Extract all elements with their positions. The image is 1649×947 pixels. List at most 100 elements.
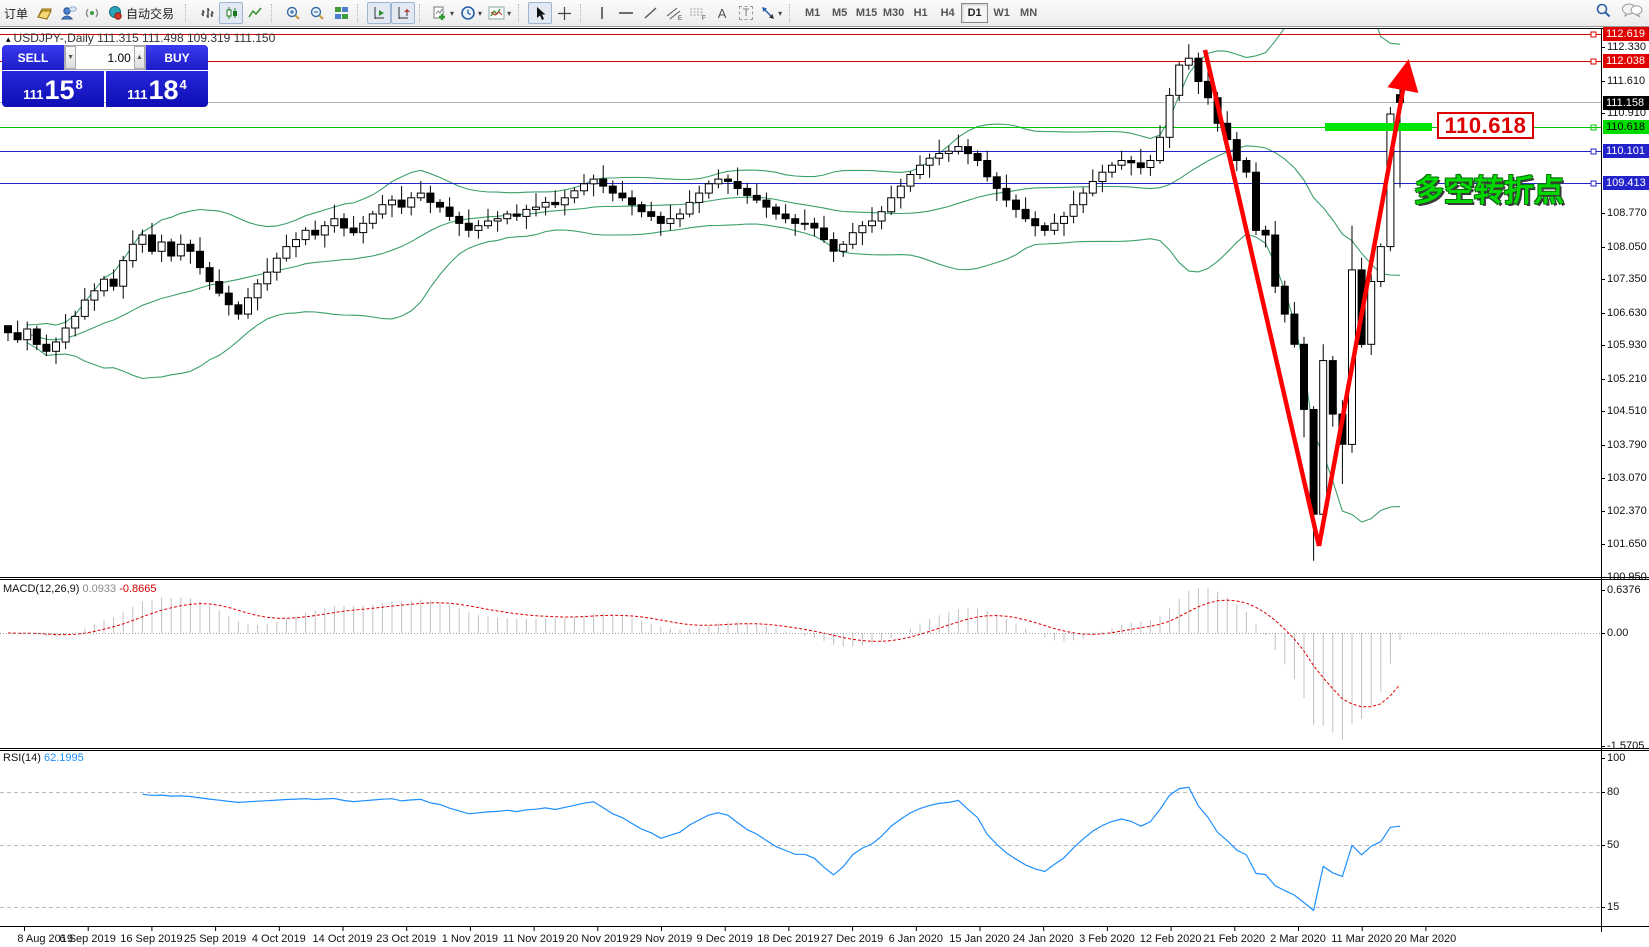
channel-icon: E bbox=[666, 7, 682, 21]
timeframe-m15[interactable]: M15 bbox=[853, 3, 880, 23]
vertical-line-icon bbox=[601, 7, 603, 19]
book-icon bbox=[36, 8, 52, 20]
price-tick-label: 112.330 bbox=[1607, 41, 1646, 53]
user-cloud-icon bbox=[60, 6, 77, 20]
date-label: 20 Nov 2019 bbox=[566, 933, 629, 945]
chat-icon[interactable] bbox=[1621, 2, 1643, 18]
signal-icon bbox=[85, 8, 98, 18]
sell-button[interactable]: SELL bbox=[2, 45, 64, 70]
date-label: 25 Sep 2019 bbox=[183, 933, 247, 945]
price-tick-label: 108.770 bbox=[1607, 207, 1647, 219]
horizontal-line-button[interactable] bbox=[614, 2, 638, 24]
zoom-out-icon bbox=[310, 6, 324, 20]
trendline-icon bbox=[644, 7, 657, 19]
volume-input[interactable] bbox=[76, 46, 134, 69]
timeframe-h1[interactable]: H1 bbox=[907, 3, 934, 23]
zoom-in-icon bbox=[286, 6, 300, 20]
zoom-out-button[interactable] bbox=[305, 2, 329, 24]
chart-shift-icon bbox=[398, 7, 410, 19]
timeframe-group: M1 M5 M15 M30 H1 H4 D1 W1 MN bbox=[799, 0, 1042, 26]
date-label: 14 Oct 2019 bbox=[312, 933, 373, 945]
date-label: 29 Nov 2019 bbox=[629, 933, 693, 945]
buy-button[interactable]: BUY bbox=[146, 45, 208, 70]
collapse-triangle-icon[interactable]: ▴ bbox=[6, 34, 11, 44]
text-a-icon: A bbox=[717, 5, 727, 21]
buy-price-display[interactable]: 111 18 4 bbox=[106, 71, 208, 107]
timeframe-m5[interactable]: M5 bbox=[826, 3, 853, 23]
signal-button[interactable] bbox=[80, 2, 104, 24]
new-chart-icon bbox=[433, 6, 446, 20]
turning-point-label[interactable]: 多空转折点 bbox=[1414, 166, 1564, 210]
tile-windows-button[interactable] bbox=[329, 2, 353, 24]
sell-price-prefix: 111 bbox=[23, 87, 44, 102]
cursor-button[interactable] bbox=[528, 2, 553, 24]
auto-scroll-button[interactable] bbox=[367, 2, 392, 24]
toolbar-separator bbox=[271, 4, 278, 22]
chart-shift-button[interactable] bbox=[391, 2, 416, 24]
horizontal-line-icon bbox=[619, 12, 634, 14]
buy-price-prefix: 111 bbox=[127, 87, 148, 102]
text-label-icon: T bbox=[738, 6, 754, 20]
autotrade-button[interactable]: 自动交易 bbox=[104, 2, 181, 24]
price-badge: 110.101 bbox=[1603, 144, 1649, 158]
timeframe-h4[interactable]: H4 bbox=[934, 3, 961, 23]
chevron-down-icon: ▾ bbox=[507, 8, 512, 18]
chevron-down-icon: ▾ bbox=[450, 8, 455, 18]
fibonacci-button[interactable]: F bbox=[686, 2, 710, 24]
price-tick-label: 111.610 bbox=[1607, 75, 1646, 87]
volume-increase-button[interactable]: ▲ bbox=[133, 46, 146, 69]
price-annotation-box[interactable]: 110.618 bbox=[1437, 112, 1534, 139]
date-label: 11 Nov 2019 bbox=[502, 933, 565, 945]
new-order-label[interactable]: 订单 bbox=[2, 5, 32, 22]
volume-decrease-button[interactable]: ▼ bbox=[65, 46, 77, 69]
timeframe-m1[interactable]: M1 bbox=[799, 3, 826, 23]
date-label: 16 Sep 2019 bbox=[120, 933, 183, 945]
price-tick-label: 105.210 bbox=[1607, 373, 1647, 385]
price-badge: 109.413 bbox=[1603, 176, 1649, 190]
price-chart-canvas[interactable] bbox=[0, 28, 1649, 947]
history-center-button[interactable] bbox=[32, 2, 56, 24]
toolbar-separator bbox=[580, 4, 587, 22]
timeframe-w1[interactable]: W1 bbox=[988, 3, 1015, 23]
timeframe-m30[interactable]: M30 bbox=[880, 3, 907, 23]
one-click-trading-panel: SELL ▼ ▲ BUY 111 15 8 111 18 4 bbox=[2, 45, 208, 107]
text-label-button[interactable]: T bbox=[734, 2, 758, 24]
period-button[interactable]: ▾ bbox=[457, 2, 485, 24]
bar-chart-button[interactable] bbox=[195, 2, 219, 24]
equidistant-channel-button[interactable]: E bbox=[662, 2, 686, 24]
line-chart-icon bbox=[247, 7, 262, 18]
macd-value-signal: -0.8665 bbox=[119, 583, 157, 595]
volume-control: ▼ ▲ bbox=[64, 45, 146, 70]
rsi-tick-label: 50 bbox=[1607, 839, 1620, 851]
new-chart-button[interactable]: ▾ bbox=[429, 2, 457, 24]
rsi-value: 62.1995 bbox=[43, 752, 84, 764]
crosshair-button[interactable] bbox=[552, 2, 576, 24]
zoom-in-button[interactable] bbox=[281, 2, 305, 24]
search-icon[interactable] bbox=[1595, 2, 1611, 18]
indicators-button[interactable]: ▾ bbox=[485, 2, 514, 24]
timeframe-d1[interactable]: D1 bbox=[961, 3, 989, 23]
rsi-tick-label: 100 bbox=[1607, 752, 1626, 764]
candlestick-chart-button[interactable] bbox=[219, 2, 244, 24]
sell-price-display[interactable]: 111 15 8 bbox=[2, 71, 104, 107]
date-label: 18 Dec 2019 bbox=[757, 933, 820, 945]
sell-price-big: 15 bbox=[44, 75, 75, 105]
autotrade-label: 自动交易 bbox=[126, 6, 175, 21]
line-chart-button[interactable] bbox=[243, 2, 267, 24]
vertical-line-button[interactable] bbox=[590, 2, 614, 24]
date-label: 6 Jan 2020 bbox=[888, 933, 944, 945]
price-badge: 112.038 bbox=[1603, 54, 1649, 68]
text-button[interactable]: A bbox=[710, 2, 734, 24]
date-label: 24 Jan 2020 bbox=[1012, 933, 1074, 945]
trendline-button[interactable] bbox=[638, 2, 662, 24]
arrows-button[interactable]: ▾ bbox=[758, 2, 785, 24]
chevron-down-icon: ▾ bbox=[778, 8, 783, 18]
price-tick-label: 107.350 bbox=[1607, 273, 1647, 285]
price-tick-label: 105.930 bbox=[1607, 339, 1647, 351]
date-label: 6 Sep 2019 bbox=[59, 933, 116, 945]
price-tick-label: 102.370 bbox=[1607, 505, 1647, 517]
price-tick-label: 108.050 bbox=[1607, 241, 1647, 253]
timeframe-mn[interactable]: MN bbox=[1015, 3, 1042, 23]
buy-price-big: 18 bbox=[148, 75, 179, 105]
community-button[interactable] bbox=[56, 2, 80, 24]
